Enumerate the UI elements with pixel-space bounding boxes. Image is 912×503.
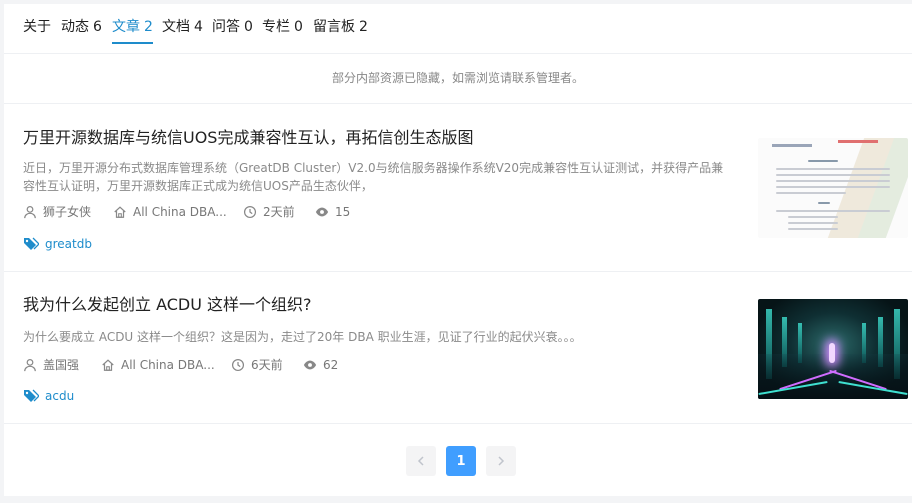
community[interactable]: All China DBA... [101, 356, 215, 374]
time-text: 2天前 [263, 205, 295, 219]
view-count: 15 [315, 203, 350, 221]
community-name: All China DBA... [133, 205, 227, 219]
tag-icon [24, 389, 39, 402]
tab-count: 2 [144, 19, 153, 35]
page-number-button[interactable]: 1 [446, 446, 476, 476]
tab-label: 动态 [61, 19, 89, 35]
tag-label: acdu [45, 389, 75, 403]
tab-label: 留言板 [313, 19, 355, 35]
author[interactable]: 盖国强 [23, 356, 79, 374]
article-tag[interactable]: acdu [23, 387, 74, 405]
user-icon [24, 205, 36, 219]
article-item: 我为什么发起创立 ACDU 这样一个组织? 为什么要成立 ACDU 这样一个组织… [4, 272, 912, 424]
author-name: 盖国强 [43, 358, 80, 372]
tab-label: 文章 [112, 19, 140, 35]
post-time: 2天前 [243, 203, 295, 221]
user-icon [24, 358, 36, 372]
author-name: 狮子女侠 [43, 205, 92, 219]
clock-icon [243, 205, 257, 219]
article-summary: 为什么要成立 ACDU 这样一个组织？这是因为，走过了20年 DBA 职业生涯，… [23, 330, 582, 344]
document-preview-image [758, 138, 908, 238]
community-name: All China DBA... [121, 358, 215, 372]
pagination: 1 [4, 432, 912, 492]
tab-label: 文档 [162, 19, 190, 35]
profile-tabs: 关于 动态 6 文章 2 文档 4 问答 0 专栏 0 留言板 2 [4, 4, 912, 54]
tab-guestbook[interactable]: 留言板 2 [313, 18, 368, 44]
tab-count: 4 [194, 19, 203, 35]
chevron-left-icon [417, 456, 424, 466]
time-text: 6天前 [251, 358, 283, 372]
author[interactable]: 狮子女侠 [23, 203, 91, 221]
article-meta: 狮子女侠 All China DBA... 2天前 15 [23, 203, 423, 221]
article-thumbnail[interactable] [758, 299, 908, 399]
tab-about[interactable]: 关于 [23, 18, 51, 44]
article-title[interactable]: 我为什么发起创立 ACDU 这样一个组织? [23, 294, 312, 316]
tab-count: 6 [93, 19, 102, 35]
tab-label: 问答 [212, 19, 240, 35]
eye-icon [315, 207, 329, 217]
tab-docs[interactable]: 文档 4 [162, 18, 203, 44]
views-text: 62 [323, 358, 339, 372]
tab-label: 专栏 [262, 19, 290, 35]
clock-icon [231, 358, 245, 372]
tab-columns[interactable]: 专栏 0 [262, 18, 303, 44]
community[interactable]: All China DBA... [113, 203, 227, 221]
article-summary: 近日，万里开源分布式数据库管理系统（GreatDB Cluster）V2.0与统… [23, 161, 724, 193]
tab-articles[interactable]: 文章 2 [112, 18, 153, 44]
tab-activity[interactable]: 动态 6 [61, 18, 102, 44]
hidden-resources-notice: 部分内部资源已隐藏，如需浏览请联系管理者。 [4, 54, 912, 104]
eye-icon [303, 360, 317, 370]
article-thumbnail[interactable] [758, 138, 908, 238]
tab-count: 0 [294, 19, 303, 35]
tab-label: 关于 [23, 19, 51, 35]
prev-page-button[interactable] [406, 446, 436, 476]
tab-qa[interactable]: 问答 0 [212, 18, 253, 44]
articles-panel: 关于 动态 6 文章 2 文档 4 问答 0 专栏 0 留言板 2 部分内部资源已隐藏，如需… [4, 4, 912, 496]
neon-corridor-image [758, 299, 908, 399]
chevron-right-icon [498, 456, 505, 466]
post-time: 6天前 [231, 356, 283, 374]
article-item: 万里开源数据库与统信UOS完成兼容性互认，再拓信创生态版图 近日，万里开源分布式… [4, 104, 912, 272]
article-meta: 盖国强 All China DBA... 6天前 62 [23, 356, 423, 374]
views-text: 15 [335, 205, 351, 219]
tab-count: 0 [244, 19, 253, 35]
next-page-button[interactable] [486, 446, 516, 476]
article-tag[interactable]: greatdb [23, 235, 92, 253]
tag-icon [24, 237, 39, 250]
tab-count: 2 [359, 19, 368, 35]
home-icon [102, 359, 114, 371]
home-icon [114, 206, 126, 218]
view-count: 62 [303, 356, 338, 374]
tag-label: greatdb [45, 237, 92, 251]
article-title[interactable]: 万里开源数据库与统信UOS完成兼容性互认，再拓信创生态版图 [23, 127, 473, 149]
